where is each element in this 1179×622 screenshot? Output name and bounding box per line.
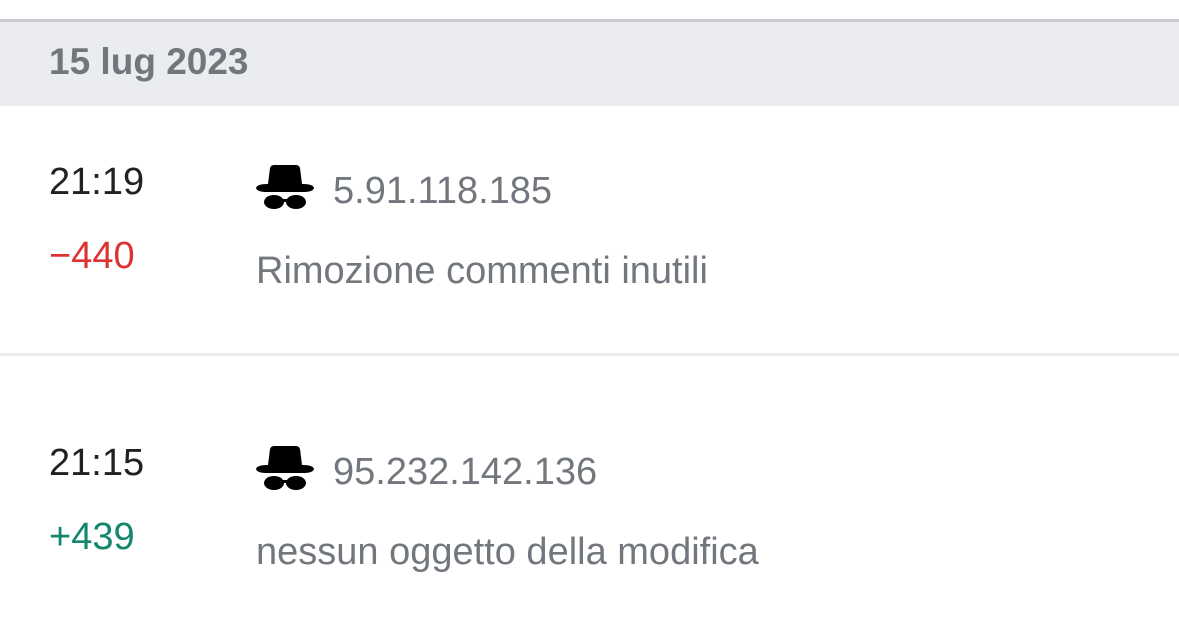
entry-user-ip[interactable]: 5.91.118.185 (333, 172, 552, 210)
entry-size-diff: −440 (49, 235, 135, 277)
entry-time[interactable]: 21:19 (49, 163, 144, 201)
entry-time[interactable]: 21:15 (49, 444, 144, 482)
history-page: 15 lug 2023 21:19 −440 5.91.118.185 Rimo… (0, 0, 1179, 622)
anonymous-user-icon (256, 165, 314, 209)
entry-user-ip[interactable]: 95.232.142.136 (333, 453, 597, 491)
entry-edit-summary: Rimozione commenti inutili (256, 250, 708, 292)
date-header-label: 15 lug 2023 (49, 41, 249, 82)
entry-edit-summary: nessun oggetto della modifica (256, 531, 759, 573)
history-entry[interactable]: 21:15 +439 95.232.142.136 nessun oggetto… (0, 356, 1179, 622)
entry-size-diff: +439 (49, 516, 135, 558)
history-entry[interactable]: 21:19 −440 5.91.118.185 Rimozione commen… (0, 106, 1179, 354)
anonymous-user-icon (256, 446, 314, 490)
